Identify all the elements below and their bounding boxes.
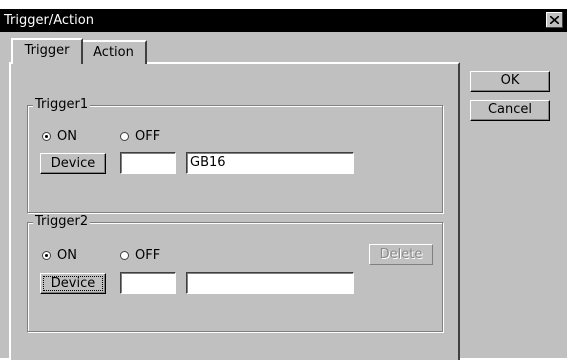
trigger-action-dialog: Trigger/Action Trigger Action OK Cancel … xyxy=(0,0,567,360)
tab-action[interactable]: Action xyxy=(81,40,147,64)
ok-button[interactable]: OK xyxy=(470,71,550,92)
trigger1-label: Trigger1 xyxy=(33,97,91,113)
radio-selected-icon xyxy=(42,251,51,260)
close-icon xyxy=(550,16,559,24)
title-bar: Trigger/Action xyxy=(0,9,567,32)
radio-selected-icon xyxy=(42,132,51,141)
trigger2-device-name-field[interactable] xyxy=(186,272,354,294)
trigger2-delete-button: Delete xyxy=(369,244,433,265)
window-title: Trigger/Action xyxy=(4,13,94,28)
cancel-button[interactable]: Cancel xyxy=(470,100,550,121)
trigger2-device-number-field[interactable] xyxy=(120,272,176,294)
trigger1-device-number-field[interactable] xyxy=(120,152,176,174)
dialog-client-area: Trigger Action OK Cancel Trigger1 ON OFF… xyxy=(0,32,567,360)
trigger2-on-label: ON xyxy=(57,248,77,263)
trigger2-label: Trigger2 xyxy=(33,214,91,230)
trigger1-on-label: ON xyxy=(57,129,77,144)
trigger1-off-label: OFF xyxy=(135,129,161,144)
trigger1-device-name-field[interactable]: GB16 xyxy=(186,152,354,174)
tab-trigger[interactable]: Trigger xyxy=(11,38,83,64)
trigger2-off-label: OFF xyxy=(135,248,161,263)
radio-unselected-icon xyxy=(120,132,129,141)
close-button[interactable] xyxy=(546,12,563,28)
radio-unselected-icon xyxy=(120,251,129,260)
trigger1-device-button[interactable]: Device xyxy=(40,153,106,174)
trigger2-device-button[interactable]: Device xyxy=(40,273,106,294)
